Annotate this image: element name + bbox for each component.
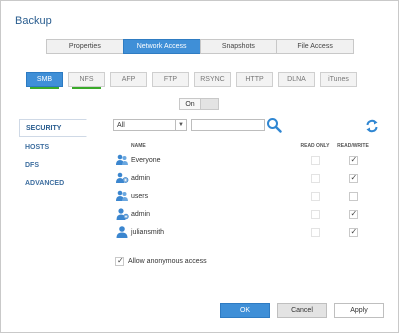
read-only-checkbox[interactable]	[310, 191, 320, 201]
search-icon[interactable]	[266, 117, 282, 133]
table-header: NAME READ ONLY READ/WRITE	[113, 141, 377, 151]
sidebar-item-security[interactable]: SECURITY	[19, 119, 92, 137]
protocol-tab-smb[interactable]: SMB	[26, 72, 63, 89]
smb-on-toggle[interactable]: On	[179, 98, 219, 110]
permissions-table: NAME READ ONLY READ/WRITE Everyone ✓ adm…	[113, 141, 377, 241]
protocol-label: AFP	[121, 76, 136, 83]
protocol-tab-nfs[interactable]: NFS	[68, 72, 105, 89]
filter-select[interactable]: All ▼	[113, 119, 187, 131]
table-row: Everyone ✓	[113, 151, 377, 169]
protocol-label: SMB	[36, 76, 53, 83]
enabled-indicator	[72, 87, 101, 89]
read-write-checkbox[interactable]: ✓	[348, 208, 358, 219]
tab-snapshots[interactable]: Snapshots	[199, 39, 278, 54]
row-name: Everyone	[131, 156, 161, 164]
checkmark-icon: ✓	[350, 154, 358, 164]
read-only-checkbox[interactable]	[310, 155, 320, 165]
protocol-label: NFS	[79, 76, 94, 83]
backup-dialog: Backup Properties Network Access Snapsho…	[0, 0, 399, 333]
column-header-read-only: READ ONLY	[300, 143, 330, 149]
column-header-read-write: READ/WRITE	[337, 143, 369, 149]
protocol-tab-ftp[interactable]: FTP	[152, 72, 189, 87]
enabled-indicator	[30, 87, 59, 89]
anonymous-access-option[interactable]: ✓ Allow anonymous access	[115, 256, 207, 266]
row-name: juliansmith	[131, 228, 165, 236]
cancel-button[interactable]: Cancel	[277, 303, 327, 318]
protocol-tab-bar: SMB NFS AFP FTP RSYNC HTTP DLNA iTunes	[26, 72, 363, 89]
user-icon	[116, 226, 128, 238]
table-row: juliansmith ✓	[113, 223, 377, 241]
search-input[interactable]	[191, 119, 265, 131]
settings-sidebar: SECURITY HOSTS DFS ADVANCED	[19, 119, 99, 193]
anonymous-access-checkbox[interactable]: ✓	[115, 256, 124, 266]
row-name: admin	[131, 210, 151, 218]
tab-properties[interactable]: Properties	[46, 39, 124, 54]
protocol-label: iTunes	[328, 76, 349, 83]
protocol-tab-dlna[interactable]: DLNA	[278, 72, 315, 87]
chevron-down-icon: ▼	[175, 120, 186, 130]
read-write-checkbox[interactable]: ✓	[348, 226, 358, 237]
checkmark-icon: ✓	[350, 172, 358, 182]
tab-file-access[interactable]: File Access	[276, 39, 354, 54]
group-icon	[116, 154, 128, 165]
refresh-icon[interactable]	[365, 119, 379, 133]
column-header-name: NAME	[131, 143, 146, 149]
protocol-tab-rsync[interactable]: RSYNC	[194, 72, 231, 87]
table-row: users	[113, 187, 377, 205]
checkmark-icon: ✓	[117, 256, 124, 265]
toggle-label: On	[185, 100, 195, 108]
protocol-label: RSYNC	[200, 76, 225, 83]
read-write-checkbox[interactable]: ✓	[348, 154, 358, 165]
filter-selected-value: All	[117, 121, 125, 129]
toggle-knob	[200, 99, 218, 109]
checkmark-icon: ✓	[350, 208, 358, 218]
row-name: users	[131, 192, 149, 200]
checkmark-icon: ✓	[350, 226, 358, 236]
dialog-title: Backup	[15, 15, 52, 27]
anonymous-access-label: Allow anonymous access	[128, 258, 207, 265]
apply-button[interactable]: Apply	[334, 303, 384, 318]
read-write-checkbox[interactable]	[348, 191, 358, 201]
protocol-label: FTP	[163, 76, 178, 83]
read-write-checkbox[interactable]: ✓	[348, 172, 358, 183]
protocol-tab-afp[interactable]: AFP	[110, 72, 147, 87]
row-name: admin	[131, 174, 151, 182]
protocol-label: HTTP	[245, 76, 264, 83]
sidebar-item-advanced[interactable]: ADVANCED	[19, 175, 99, 191]
read-only-checkbox[interactable]	[310, 173, 320, 183]
protocol-label: DLNA	[287, 76, 306, 83]
admin-user-icon	[116, 208, 129, 220]
table-row: admin ✓	[113, 169, 377, 187]
protocol-tab-itunes[interactable]: iTunes	[320, 72, 357, 87]
protocol-tab-http[interactable]: HTTP	[236, 72, 273, 87]
main-tab-bar: Properties Network Access Snapshots File…	[46, 39, 354, 54]
table-row: admin ✓	[113, 205, 377, 223]
tab-network-access[interactable]: Network Access	[122, 39, 201, 54]
read-only-checkbox[interactable]	[310, 227, 320, 237]
sidebar-item-dfs[interactable]: DFS	[19, 157, 99, 173]
group-icon	[116, 190, 128, 201]
sidebar-item-hosts[interactable]: HOSTS	[19, 139, 99, 155]
read-only-checkbox[interactable]	[310, 209, 320, 219]
admin-group-icon	[116, 172, 129, 183]
ok-button[interactable]: OK	[220, 303, 270, 318]
